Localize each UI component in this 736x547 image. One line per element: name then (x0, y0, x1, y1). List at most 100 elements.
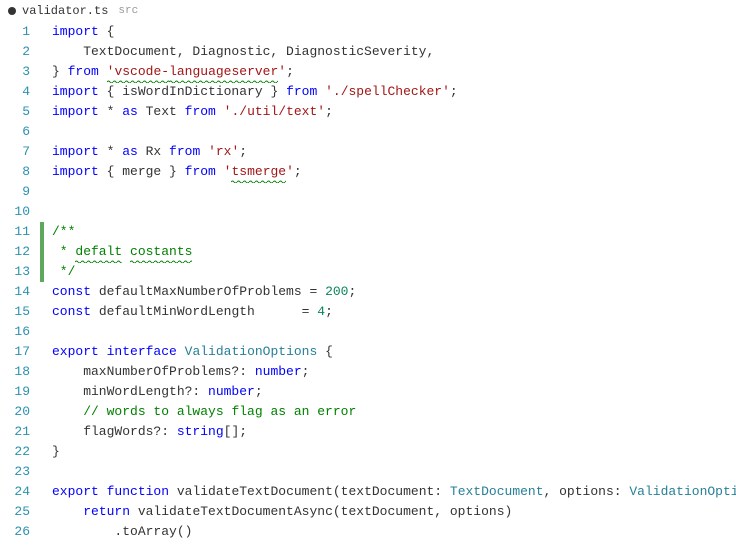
code-line[interactable]: minWordLength?: number; (52, 382, 736, 402)
code-token (317, 84, 325, 99)
code-line[interactable] (52, 182, 736, 202)
code-line[interactable]: export function validateTextDocument(tex… (52, 482, 736, 502)
code-token: from (169, 144, 200, 159)
code-token (216, 164, 224, 179)
line-number: 15 (0, 302, 30, 322)
code-line[interactable]: maxNumberOfProblems?: number; (52, 362, 736, 382)
code-line[interactable]: * defalt costants (52, 242, 736, 262)
code-line[interactable] (52, 202, 736, 222)
code-token: TextDocument (450, 484, 544, 499)
code-line[interactable]: TextDocument, Diagnostic, DiagnosticSeve… (52, 42, 736, 62)
code-token: flagWords?: (52, 424, 177, 439)
code-token: ; (348, 284, 356, 299)
code-token: defaultMinWordLength = (91, 304, 317, 319)
line-number: 14 (0, 282, 30, 302)
line-number: 2 (0, 42, 30, 62)
code-line[interactable]: // words to always flag as an error (52, 402, 736, 422)
code-token: 'rx' (208, 144, 239, 159)
code-token: TextDocument, Diagnostic, DiagnosticSeve… (52, 44, 434, 59)
code-token: { (317, 344, 333, 359)
code-line[interactable]: } (52, 442, 736, 462)
line-number: 3 (0, 62, 30, 82)
code-line[interactable] (52, 462, 736, 482)
code-line[interactable]: .toArray() (52, 522, 736, 542)
code-line[interactable]: const defaultMaxNumberOfProblems = 200; (52, 282, 736, 302)
line-number: 18 (0, 362, 30, 382)
code-token (216, 104, 224, 119)
code-line[interactable]: return validateTextDocumentAsync(textDoc… (52, 502, 736, 522)
code-token: from (185, 164, 216, 179)
line-number: 7 (0, 142, 30, 162)
code-token (99, 344, 107, 359)
code-line[interactable]: import * as Text from './util/text'; (52, 102, 736, 122)
code-token: ' (224, 164, 232, 179)
code-token: /** (52, 224, 75, 239)
tab-src-label: src (118, 5, 138, 17)
code-token: import (52, 84, 99, 99)
code-token: './util/text' (224, 104, 325, 119)
code-token (177, 344, 185, 359)
code-token: .toArray() (52, 524, 192, 539)
tab-bar: validator.ts src (0, 0, 736, 22)
code-token: 4 (317, 304, 325, 319)
code-line[interactable]: const defaultMinWordLength = 4; (52, 302, 736, 322)
code-token: string (177, 424, 224, 439)
code-token: minWordLength?: (52, 384, 208, 399)
code-line[interactable]: flagWords?: string[]; (52, 422, 736, 442)
line-number: 8 (0, 162, 30, 182)
line-number: 10 (0, 202, 30, 222)
code-token: , options: (544, 484, 630, 499)
code-token (52, 504, 83, 519)
editor-tab[interactable]: validator.ts src (8, 4, 138, 18)
code-token: ; (450, 84, 458, 99)
line-number: 12 (0, 242, 30, 262)
code-token: { merge } (99, 164, 185, 179)
spell-warning-token: tsmerge (231, 162, 286, 182)
line-number: 13 (0, 262, 30, 282)
code-token: ValidationOpti (629, 484, 736, 499)
code-token: ; (286, 64, 294, 79)
code-token: { (99, 84, 122, 99)
spell-warning-token: defalt (75, 242, 122, 262)
code-line[interactable]: import * as Rx from 'rx'; (52, 142, 736, 162)
code-token: Text (138, 104, 185, 119)
code-token: * (99, 144, 122, 159)
code-token: } (52, 64, 68, 79)
code-line[interactable]: import { (52, 22, 736, 42)
spell-warning-token: costants (130, 242, 192, 262)
code-token: const (52, 304, 91, 319)
code-token: */ (52, 264, 75, 279)
code-line[interactable] (52, 122, 736, 142)
line-number: 16 (0, 322, 30, 342)
line-number: 25 (0, 502, 30, 522)
code-token (99, 64, 107, 79)
code-token: ValidationOptions (185, 344, 318, 359)
line-number: 9 (0, 182, 30, 202)
code-token: import (52, 104, 99, 119)
code-line[interactable] (52, 322, 736, 342)
code-token: ' (286, 164, 294, 179)
code-token: 200 (325, 284, 348, 299)
code-token: * (99, 104, 122, 119)
code-area[interactable]: import { TextDocument, Diagnostic, Diagn… (44, 22, 736, 547)
code-token: ' (278, 64, 286, 79)
code-line[interactable]: import { isWordInDictionary } from './sp… (52, 82, 736, 102)
code-token: ; (325, 304, 333, 319)
code-line[interactable]: */ (52, 262, 736, 282)
code-line[interactable]: import { merge } from 'tsmerge'; (52, 162, 736, 182)
code-token: validateTextDocumentAsync(textDocument, … (130, 504, 512, 519)
code-token: return (83, 504, 130, 519)
code-line[interactable]: /** (52, 222, 736, 242)
line-number: 5 (0, 102, 30, 122)
line-number: 23 (0, 462, 30, 482)
code-token: number (208, 384, 255, 399)
code-token: import (52, 24, 99, 39)
code-token: from (185, 104, 216, 119)
code-line[interactable]: export interface ValidationOptions { (52, 342, 736, 362)
code-token: // words to always flag as an error (83, 404, 356, 419)
line-number: 22 (0, 442, 30, 462)
code-line[interactable]: } from 'vscode-languageserver'; (52, 62, 736, 82)
code-token: defaultMaxNumberOfProblems = (91, 284, 325, 299)
code-token (99, 484, 107, 499)
editor: 1234567891011121314151617181920212223242… (0, 22, 736, 547)
